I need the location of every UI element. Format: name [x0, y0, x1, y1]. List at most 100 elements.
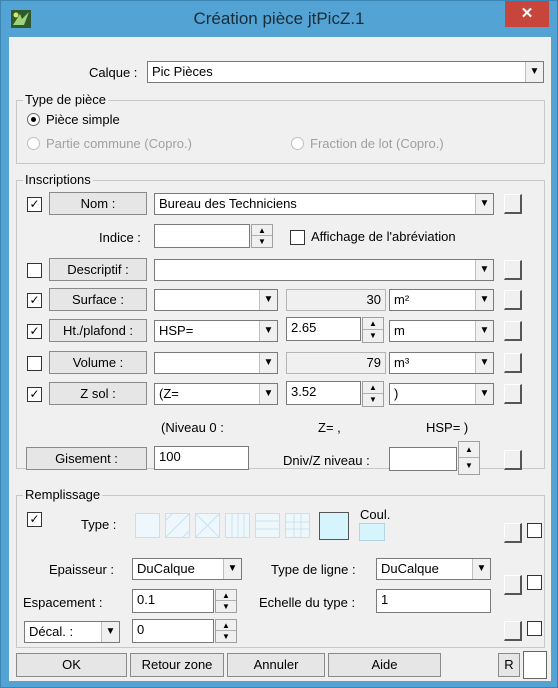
z-sol-property-button[interactable]	[504, 384, 522, 404]
close-button[interactable]: ✕	[505, 1, 549, 27]
check-icon: ✓	[29, 387, 40, 401]
ok-button[interactable]: OK	[16, 653, 127, 677]
z-sol-checkbox[interactable]: ✓	[27, 387, 42, 402]
close-icon: ✕	[520, 5, 534, 22]
check-icon: ✓	[29, 324, 40, 338]
annuler-button[interactable]: Annuler	[227, 653, 325, 677]
volume-button[interactable]: Volume :	[49, 351, 147, 374]
decal-input[interactable]: 0	[132, 619, 214, 643]
decal-property-button[interactable]	[504, 621, 522, 641]
volume-unit-value: m³	[394, 355, 410, 370]
ht-plafond-button[interactable]: Ht./plafond :	[49, 319, 147, 342]
nom-select[interactable]: Bureau des Techniciens ▼	[154, 193, 494, 215]
indice-input[interactable]	[154, 224, 250, 248]
hatch-pattern-vertical[interactable]	[225, 513, 250, 538]
calque-select[interactable]: Pic Pièces ▼	[147, 61, 544, 83]
ht-plafond-format-select[interactable]: HSP= ▼	[154, 320, 278, 342]
z-sol-button[interactable]: Z sol :	[49, 382, 147, 405]
spin-down-icon[interactable]: ▼	[216, 631, 236, 642]
couleur-swatch[interactable]	[359, 523, 385, 541]
z-sol-format-select[interactable]: (Z= ▼	[154, 383, 278, 405]
abbreviation-label: Affichage de l'abréviation	[311, 229, 456, 244]
spin-down-icon[interactable]: ▼	[363, 394, 383, 406]
surface-unit-select[interactable]: m² ▼	[389, 289, 494, 311]
ht-plafond-checkbox[interactable]: ✓	[27, 324, 42, 339]
epaisseur-select[interactable]: DuCalque ▼	[132, 558, 242, 580]
volume-unit-select[interactable]: m³ ▼	[389, 352, 494, 374]
chevron-down-icon: ▼	[223, 559, 241, 579]
trait-extra-checkbox[interactable]	[527, 575, 542, 590]
title-bar[interactable]: Création pièce jtPicZ.1 ✕	[1, 1, 557, 37]
remplissage-legend: Remplissage	[23, 487, 103, 502]
volume-format-select[interactable]: ▼	[154, 352, 278, 374]
dniv-input[interactable]	[389, 447, 457, 471]
hatch-pattern-selected[interactable]	[319, 512, 349, 540]
aide-button[interactable]: Aide	[328, 653, 441, 677]
decal-select[interactable]: Décal. : ▼	[24, 621, 120, 643]
check-icon: ✓	[29, 197, 40, 211]
descriptif-select[interactable]: ▼	[154, 259, 494, 281]
surface-value: 30	[286, 289, 386, 311]
z-sol-input[interactable]: 3.52	[286, 381, 361, 405]
retour-zone-button[interactable]: Retour zone	[130, 653, 224, 677]
spin-down-icon[interactable]: ▼	[216, 601, 236, 612]
remplissage-property-button[interactable]	[504, 523, 522, 543]
nom-checkbox[interactable]: ✓	[27, 197, 42, 212]
decal-spinner[interactable]: ▲ ▼	[215, 619, 237, 643]
descriptif-button[interactable]: Descriptif :	[49, 258, 147, 281]
hatch-pattern-horizontal[interactable]	[255, 513, 280, 538]
indice-spinner[interactable]: ▲ ▼	[251, 224, 273, 248]
type-ligne-select[interactable]: DuCalque ▼	[376, 558, 491, 580]
echelle-input[interactable]: 1	[376, 589, 491, 613]
abbreviation-checkbox[interactable]	[290, 230, 305, 245]
spin-down-icon[interactable]: ▼	[363, 330, 383, 342]
check-icon: ✓	[29, 293, 40, 307]
radio-partie-commune[interactable]	[27, 137, 40, 150]
spin-down-icon[interactable]: ▼	[252, 236, 272, 247]
descriptif-property-button[interactable]	[504, 260, 522, 280]
dniv-spinner[interactable]: ▲ ▼	[458, 441, 480, 475]
remplissage-checkbox[interactable]: ✓	[27, 512, 42, 527]
remplissage-extra-checkbox[interactable]	[527, 523, 542, 538]
z-sol-unit-value: )	[394, 386, 399, 401]
ht-plafond-property-button[interactable]	[504, 321, 522, 341]
gisement-button[interactable]: Gisement :	[26, 447, 147, 470]
r-button[interactable]: R	[498, 653, 520, 677]
nom-button[interactable]: Nom :	[49, 192, 147, 215]
spin-up-icon[interactable]: ▲	[216, 620, 236, 631]
chevron-down-icon: ▼	[475, 290, 493, 310]
surface-button[interactable]: Surface :	[49, 288, 147, 311]
volume-checkbox[interactable]	[27, 356, 42, 371]
hatch-pattern-grid[interactable]	[285, 513, 310, 538]
ht-plafond-unit-select[interactable]: m ▼	[389, 320, 494, 342]
dialog-window: Création pièce jtPicZ.1 ✕ Calque : Pic P…	[0, 0, 558, 688]
surface-format-select[interactable]: ▼	[154, 289, 278, 311]
espacement-spinner[interactable]: ▲ ▼	[215, 589, 237, 613]
ht-plafond-spinner[interactable]: ▲ ▼	[362, 317, 384, 343]
descriptif-checkbox[interactable]	[27, 263, 42, 278]
nom-property-button[interactable]	[504, 194, 522, 214]
spin-down-icon[interactable]: ▼	[459, 458, 479, 474]
gisement-input[interactable]: 100	[154, 446, 249, 470]
z-sol-unit-select[interactable]: ) ▼	[389, 383, 494, 405]
ht-plafond-input[interactable]: 2.65	[286, 317, 361, 341]
volume-property-button[interactable]	[504, 353, 522, 373]
spin-up-icon[interactable]: ▲	[216, 590, 236, 601]
decal-extra-checkbox[interactable]	[527, 621, 542, 636]
surface-checkbox[interactable]: ✓	[27, 293, 42, 308]
espacement-input[interactable]: 0.1	[132, 589, 214, 613]
radio-fraction-lot[interactable]	[291, 137, 304, 150]
hatch-pattern-cross-diag[interactable]	[195, 513, 220, 538]
radio-piece-simple[interactable]	[27, 113, 40, 126]
spin-up-icon[interactable]: ▲	[363, 318, 383, 330]
z-sol-spinner[interactable]: ▲ ▼	[362, 381, 384, 407]
spin-up-icon[interactable]: ▲	[252, 225, 272, 236]
trait-property-button[interactable]	[504, 575, 522, 595]
hatch-pattern-solid[interactable]	[135, 513, 160, 538]
gisement-property-button[interactable]	[504, 450, 522, 470]
surface-property-button[interactable]	[504, 290, 522, 310]
spin-up-icon[interactable]: ▲	[459, 442, 479, 458]
hatch-pattern-diag-left[interactable]	[159, 507, 196, 544]
color-preview[interactable]	[523, 651, 547, 679]
spin-up-icon[interactable]: ▲	[363, 382, 383, 394]
